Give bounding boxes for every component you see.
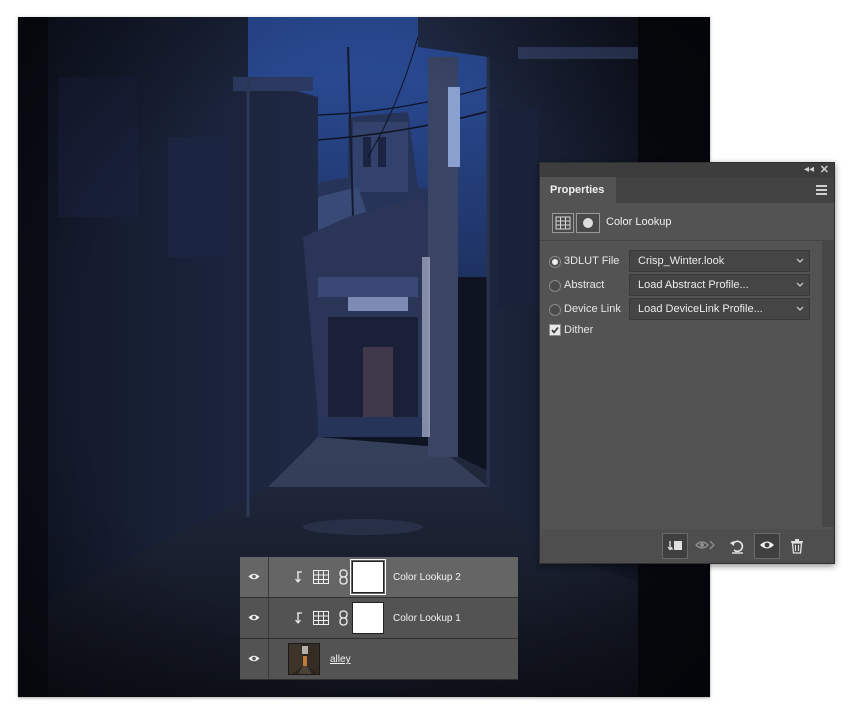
option-label: Device Link <box>564 303 621 315</box>
eye-icon <box>248 573 260 580</box>
option-label: 3DLUT File <box>564 255 620 267</box>
layer-name[interactable]: alley <box>330 654 351 665</box>
option-dither: Dither <box>549 321 821 341</box>
color-lookup-grid-icon <box>313 611 329 625</box>
clip-to-layer-icon <box>667 541 682 551</box>
alley-thumbnail-image <box>289 644 319 674</box>
radio-device-link[interactable] <box>549 304 561 316</box>
layer-visibility-toggle[interactable] <box>240 598 269 638</box>
layer-name[interactable]: Color Lookup 2 <box>393 572 461 583</box>
panel-scrollbar[interactable] <box>822 241 834 527</box>
dropdown-value: Crisp_Winter.look <box>638 255 725 267</box>
toggle-visibility-button[interactable] <box>754 533 780 559</box>
dither-label: Dither <box>564 324 594 336</box>
dropdown-value: Load DeviceLink Profile... <box>638 303 763 315</box>
delete-button[interactable] <box>784 533 810 559</box>
collapse-panel-icon[interactable]: ◂◂ <box>804 163 814 177</box>
panel-menu-icon[interactable] <box>816 185 827 195</box>
reset-icon <box>730 540 744 554</box>
layer-row-color-lookup-2[interactable]: Color Lookup 2 <box>240 557 518 598</box>
layer-mask-icon[interactable] <box>576 213 600 233</box>
devicelink-profile-dropdown[interactable]: Load DeviceLink Profile... <box>629 298 810 320</box>
layer-mask-thumbnail[interactable] <box>350 559 386 595</box>
close-panel-icon[interactable]: ✕ <box>820 163 829 177</box>
3dlut-file-dropdown[interactable]: Crisp_Winter.look <box>629 250 810 272</box>
color-lookup-grid-icon <box>313 570 329 584</box>
clipping-arrow-icon <box>295 571 302 583</box>
radio-3dlut-file[interactable] <box>549 256 561 268</box>
tab-properties[interactable]: Properties <box>540 177 617 203</box>
chevron-down-icon <box>796 282 804 287</box>
reset-button[interactable] <box>724 533 750 559</box>
layer-visibility-toggle[interactable] <box>240 557 269 597</box>
dither-checkbox[interactable] <box>549 324 561 336</box>
layer-row-alley[interactable]: alley <box>240 639 518 680</box>
layer-mask-thumbnail[interactable] <box>352 602 384 634</box>
layer-visibility-toggle[interactable] <box>240 639 269 679</box>
option-abstract: Abstract Load Abstract Profile... <box>549 274 821 296</box>
eye-icon <box>248 655 260 662</box>
option-3dlut-file: 3DLUT File Crisp_Winter.look <box>549 250 821 272</box>
chevron-down-icon <box>796 258 804 263</box>
visibility-icon <box>760 541 774 549</box>
color-lookup-grid-icon[interactable] <box>552 213 574 233</box>
checkmark-icon <box>551 327 559 334</box>
panel-title-bar: ◂◂ ✕ <box>540 163 834 177</box>
view-previous-state-button[interactable] <box>693 533 719 559</box>
layer-row-color-lookup-1[interactable]: Color Lookup 1 <box>240 598 518 639</box>
chain-link-icon[interactable] <box>339 569 348 585</box>
panel-tab-bar: Properties <box>540 177 834 203</box>
adjustment-title: Color Lookup <box>606 216 672 228</box>
clip-to-layer-button[interactable] <box>662 533 688 559</box>
chevron-down-icon <box>796 306 804 311</box>
properties-panel: ◂◂ ✕ Properties Color Lookup 3DLUT File … <box>539 162 835 564</box>
option-label: Abstract <box>564 279 605 291</box>
layer-photo-thumbnail[interactable] <box>288 643 320 675</box>
dropdown-value: Load Abstract Profile... <box>638 279 749 291</box>
abstract-profile-dropdown[interactable]: Load Abstract Profile... <box>629 274 810 296</box>
layer-name[interactable]: Color Lookup 1 <box>393 613 461 624</box>
adjustment-header: Color Lookup <box>540 203 834 241</box>
eye-icon <box>248 614 260 621</box>
option-device-link: Device Link Load DeviceLink Profile... <box>549 298 821 320</box>
chain-link-icon[interactable] <box>339 610 348 626</box>
clipping-arrow-icon <box>295 612 302 624</box>
layers-panel: Color Lookup 2 Color Lookup 1 alley <box>240 557 518 680</box>
panel-footer-toolbar <box>540 529 834 563</box>
view-previous-state-icon <box>695 540 715 550</box>
radio-abstract[interactable] <box>549 280 561 292</box>
trash-icon <box>791 539 803 554</box>
